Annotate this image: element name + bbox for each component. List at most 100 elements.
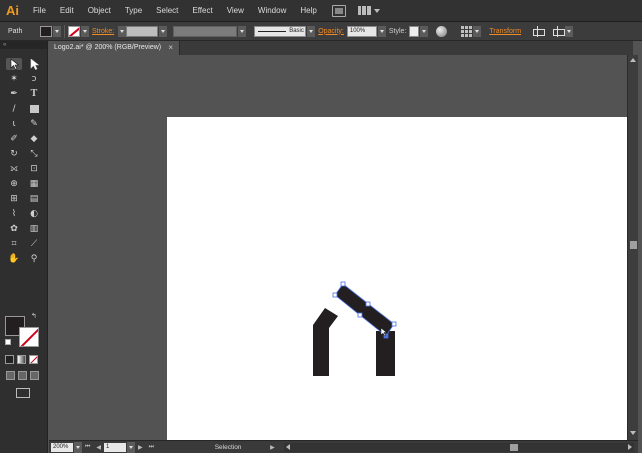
- draw-behind-icon[interactable]: [18, 371, 27, 380]
- style-dropdown-icon[interactable]: [420, 25, 429, 37]
- column-graph-tool-icon[interactable]: ▥: [26, 223, 42, 235]
- draw-normal-icon[interactable]: [6, 371, 15, 380]
- opacity-dropdown-icon[interactable]: [377, 25, 386, 37]
- rectangle-tool-icon[interactable]: [26, 103, 42, 115]
- scroll-left-icon[interactable]: [285, 443, 290, 450]
- anchor-point[interactable]: [340, 281, 346, 287]
- scroll-down-icon[interactable]: [630, 431, 636, 435]
- stroke-weight-field[interactable]: [126, 25, 159, 37]
- next-artboard-icon[interactable]: ▶: [138, 444, 143, 451]
- recolor-artwork-icon[interactable]: [436, 25, 448, 37]
- menu-help[interactable]: Help: [293, 0, 323, 22]
- perspective-grid-tool-icon[interactable]: ▦: [26, 178, 42, 190]
- scale-tool-icon[interactable]: ⤡: [26, 148, 42, 160]
- zoom-dropdown-icon[interactable]: [74, 441, 82, 453]
- eyedropper-tool-icon[interactable]: ⌇: [6, 208, 22, 220]
- stroke-weight-stepper[interactable]: [118, 25, 127, 37]
- stroke-weight-dropdown-icon[interactable]: [159, 25, 168, 37]
- anchor-point[interactable]: [365, 301, 371, 307]
- scroll-right-icon[interactable]: [628, 443, 632, 450]
- free-transform-tool-icon[interactable]: ⊡: [26, 163, 42, 175]
- profile-dropdown-icon[interactable]: [238, 25, 247, 37]
- pencil-tool-icon[interactable]: ✎: [26, 118, 42, 130]
- menu-view[interactable]: View: [220, 0, 251, 22]
- default-fill-stroke-icon[interactable]: [5, 339, 11, 345]
- menu-window[interactable]: Window: [251, 0, 293, 22]
- menu-select[interactable]: Select: [149, 0, 185, 22]
- previous-artboard-icon[interactable]: ◀: [96, 444, 101, 451]
- brush-definition[interactable]: Basic: [254, 25, 307, 37]
- horizontal-scrollbar[interactable]: [283, 442, 634, 452]
- pen-tool-icon[interactable]: ✒: [6, 88, 22, 100]
- anchor-point[interactable]: [332, 292, 338, 298]
- logo-roof-bar[interactable]: [335, 284, 394, 336]
- variable-width-profile[interactable]: [173, 25, 238, 37]
- slice-tool-icon[interactable]: ⟋: [26, 238, 42, 250]
- stroke-swatch[interactable]: [68, 25, 80, 37]
- reference-point-icon[interactable]: [461, 25, 473, 37]
- eraser-tool-icon[interactable]: ◆: [26, 133, 42, 145]
- line-segment-tool-icon[interactable]: /: [6, 103, 22, 115]
- status-menu-icon[interactable]: ▶: [270, 444, 275, 451]
- stroke-dropdown-icon[interactable]: [81, 25, 89, 37]
- symbol-sprayer-tool-icon[interactable]: ✿: [6, 223, 22, 235]
- screen-mode-icon[interactable]: [16, 388, 30, 398]
- lasso-tool-icon[interactable]: ↄ: [26, 73, 42, 85]
- first-artboard-icon[interactable]: ⏮: [85, 444, 90, 451]
- horizontal-scroll-thumb[interactable]: [509, 443, 518, 451]
- artboard-number-field[interactable]: 1: [104, 442, 127, 452]
- bridge-icon[interactable]: [331, 4, 346, 17]
- opacity-field[interactable]: 100%: [346, 25, 377, 37]
- canvas-area[interactable]: [49, 55, 627, 440]
- gradient-mode-icon[interactable]: [17, 355, 26, 364]
- distribute-icon[interactable]: [552, 25, 566, 37]
- logo-left-post[interactable]: [313, 308, 338, 376]
- shape-builder-tool-icon[interactable]: ⊕: [6, 178, 22, 190]
- stroke-link[interactable]: Stroke:: [92, 28, 114, 35]
- artboard-tool-icon[interactable]: ⌗: [6, 238, 22, 250]
- vertical-scroll-thumb[interactable]: [630, 241, 637, 249]
- panel-menu-icon[interactable]: [565, 25, 574, 37]
- anchor-point[interactable]: [391, 321, 397, 327]
- mesh-tool-icon[interactable]: ⊞: [6, 193, 22, 205]
- fill-swatch[interactable]: [40, 25, 52, 37]
- menu-edit[interactable]: Edit: [53, 0, 81, 22]
- vertical-scrollbar[interactable]: [627, 55, 638, 440]
- paintbrush-tool-icon[interactable]: ɩ: [6, 118, 22, 130]
- zoom-field[interactable]: 200%: [51, 442, 73, 452]
- color-mode-icon[interactable]: [5, 355, 14, 364]
- rotate-tool-icon[interactable]: ↻: [6, 148, 22, 160]
- close-icon[interactable]: ×: [168, 41, 173, 55]
- zoom-tool-icon[interactable]: ⚲: [26, 253, 42, 265]
- magic-wand-tool-icon[interactable]: ✶: [6, 73, 22, 85]
- stroke-color-box[interactable]: [19, 327, 39, 347]
- gradient-tool-icon[interactable]: ▤: [26, 193, 42, 205]
- blob-brush-tool-icon[interactable]: ✐: [6, 133, 22, 145]
- reference-dropdown-icon[interactable]: [473, 25, 482, 37]
- transform-link[interactable]: Transform: [489, 28, 521, 35]
- menu-file[interactable]: File: [26, 0, 53, 22]
- graphic-style-swatch[interactable]: [409, 25, 420, 37]
- type-tool-icon[interactable]: T: [26, 88, 42, 100]
- scroll-up-icon[interactable]: [630, 58, 636, 62]
- artboard-dropdown-icon[interactable]: [127, 441, 136, 453]
- tools-panel-header[interactable]: «: [0, 41, 47, 49]
- document-tab[interactable]: Logo2.ai* @ 200% (RGB/Preview) ×: [49, 41, 180, 55]
- draw-inside-icon[interactable]: [30, 371, 39, 380]
- anchor-point[interactable]: [357, 312, 363, 318]
- width-tool-icon[interactable]: ⟗: [6, 163, 22, 175]
- align-icon[interactable]: [532, 25, 546, 37]
- swap-fill-stroke-icon[interactable]: ↰: [31, 312, 37, 320]
- hand-tool-icon[interactable]: ✋: [6, 253, 22, 265]
- opacity-link[interactable]: Opacity:: [318, 28, 344, 35]
- brush-dropdown-icon[interactable]: [307, 25, 316, 37]
- blend-tool-icon[interactable]: ◐: [26, 208, 42, 220]
- direct-selection-tool-icon[interactable]: [26, 58, 42, 70]
- menu-effect[interactable]: Effect: [185, 0, 219, 22]
- artboard[interactable]: [167, 117, 627, 440]
- fill-dropdown-icon[interactable]: [53, 25, 61, 37]
- selection-tool-icon[interactable]: [6, 58, 22, 70]
- arrange-documents-icon[interactable]: [357, 5, 380, 17]
- menu-type[interactable]: Type: [118, 0, 149, 22]
- menu-object[interactable]: Object: [81, 0, 118, 22]
